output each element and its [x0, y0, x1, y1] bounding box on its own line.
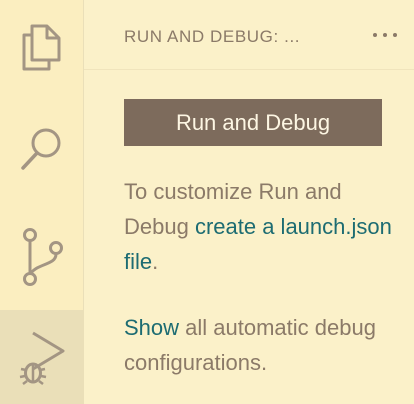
show-all-message: Show all automatic debug configurations. [124, 310, 399, 380]
sidebar-header: RUN AND DEBUG: ... [84, 0, 414, 70]
search-icon [21, 128, 61, 170]
vscode-window: RUN AND DEBUG: ... Run and Debug To cust… [0, 0, 414, 404]
files-icon [22, 24, 61, 71]
source-control-icon [23, 228, 63, 286]
sidebar-run-and-debug: RUN AND DEBUG: ... Run and Debug To cust… [84, 0, 414, 404]
sidebar-title: RUN AND DEBUG: ... [124, 27, 301, 46]
activity-explorer[interactable] [0, 0, 84, 94]
show-all-configs-link[interactable]: Show [124, 315, 179, 340]
activity-search[interactable] [0, 102, 84, 196]
run-debug-icon [19, 331, 65, 385]
run-and-debug-button[interactable]: Run and Debug [124, 99, 382, 146]
customize-message: To customize Run and Debug create a laun… [124, 174, 399, 279]
more-actions-button[interactable] [370, 20, 400, 50]
activity-run-and-debug[interactable] [0, 310, 84, 404]
customize-text-end: . [152, 249, 159, 274]
activity-bar [0, 0, 84, 404]
ellipsis-icon [373, 33, 397, 37]
activity-source-control[interactable] [0, 210, 84, 304]
